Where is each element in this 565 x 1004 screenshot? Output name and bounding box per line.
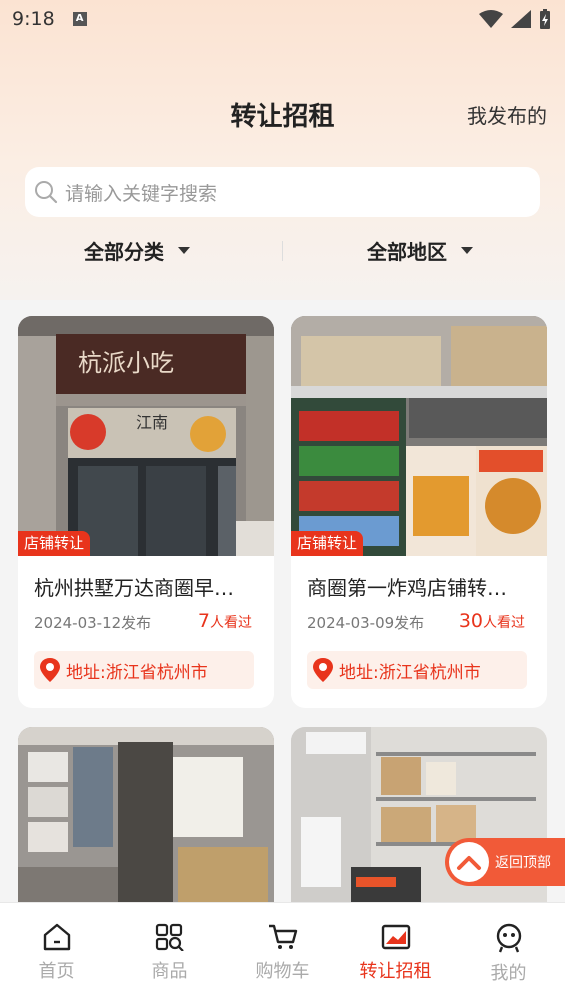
status-icons xyxy=(479,9,551,29)
tab-label: 转让招租 xyxy=(359,961,432,982)
tab-goods[interactable]: 商品 xyxy=(113,903,226,1004)
chevron-down-icon xyxy=(461,247,473,254)
listing-card[interactable]: 杭派小吃 江南 店铺转让 杭州拱墅万达商圈早… 2024-03-12发布 7人看… xyxy=(18,316,274,708)
kitchen-photo xyxy=(18,727,274,927)
filter-divider xyxy=(282,241,283,261)
page-header: 转让招租 我发布的 xyxy=(0,90,565,140)
search-input[interactable]: 请输入关键字搜索 xyxy=(25,167,540,217)
category-filter-label: 全部分类 xyxy=(84,240,164,264)
listing-title: 杭州拱墅万达商圈早… xyxy=(34,576,234,600)
notification-icon: A xyxy=(72,12,87,26)
fried-chicken-shop-photo xyxy=(291,316,547,556)
region-filter-label: 全部地区 xyxy=(367,240,447,264)
listing-views: 30人看过 xyxy=(459,610,525,632)
wifi-icon xyxy=(479,10,503,28)
signal-icon xyxy=(511,10,531,28)
listing-card[interactable]: 店铺转让 商圈第一炸鸡店铺转… 2024-03-09发布 30人看过 地址:浙江… xyxy=(291,316,547,708)
listing-address: 地址:浙江省杭州市 xyxy=(307,651,527,689)
listing-title: 商圈第一炸鸡店铺转… xyxy=(307,576,507,600)
listing-date: 2024-03-09发布 xyxy=(307,614,425,632)
tab-cart[interactable]: 购物车 xyxy=(226,903,339,1004)
tab-label: 首页 xyxy=(38,961,75,982)
location-pin-icon xyxy=(313,658,333,682)
search-placeholder: 请输入关键字搜索 xyxy=(65,182,218,205)
view-count: 30 xyxy=(458,610,483,632)
status-badge: 店铺转让 xyxy=(291,531,364,556)
tab-profile[interactable]: 我的 xyxy=(452,903,565,1004)
battery-icon xyxy=(540,9,550,29)
listing-date: 2024-03-12发布 xyxy=(34,614,152,632)
listing-address: 地址:浙江省杭州市 xyxy=(34,651,254,689)
profile-icon xyxy=(496,923,521,953)
listing-card[interactable] xyxy=(291,727,547,927)
status-badge: 店铺转让 xyxy=(18,531,91,556)
cart-icon xyxy=(268,924,297,949)
search-icon xyxy=(35,181,58,204)
view-suffix: 人看过 xyxy=(483,615,525,631)
back-to-top-button[interactable]: 返回顶部 xyxy=(445,838,565,886)
address-text: 地址:浙江省杭州市 xyxy=(339,662,481,683)
tab-transfer[interactable]: 转让招租 xyxy=(339,903,452,1004)
tab-label: 购物车 xyxy=(255,961,310,982)
tab-home[interactable]: 首页 xyxy=(0,903,113,1004)
tab-label: 商品 xyxy=(151,961,188,982)
chevron-down-icon xyxy=(178,247,190,254)
my-posts-link[interactable]: 我发布的 xyxy=(467,100,547,129)
status-time: 9:18 xyxy=(12,8,55,30)
view-count: 7 xyxy=(197,610,210,632)
transfer-icon xyxy=(381,924,410,950)
address-text: 地址:浙江省杭州市 xyxy=(66,662,208,683)
home-icon xyxy=(43,923,70,951)
back-to-top-label: 返回顶部 xyxy=(495,855,551,871)
arrow-up-icon xyxy=(449,842,489,882)
bottom-tab-bar: 首页 商品 购物车 转让招租 我的 xyxy=(0,902,565,1004)
svg-text:江南: 江南 xyxy=(136,413,168,432)
location-pin-icon xyxy=(40,658,60,682)
view-suffix: 人看过 xyxy=(210,615,252,631)
svg-text:杭派小吃: 杭派小吃 xyxy=(78,349,174,377)
category-filter[interactable]: 全部分类 xyxy=(84,236,190,265)
storage-room-photo xyxy=(291,727,547,927)
listing-views: 7人看过 xyxy=(198,610,252,632)
tab-label: 我的 xyxy=(490,963,527,984)
status-bar: 9:18 A xyxy=(0,0,565,38)
goods-icon xyxy=(155,923,184,951)
storefront-photo: 杭派小吃 江南 xyxy=(18,316,274,556)
listing-card[interactable] xyxy=(18,727,274,927)
region-filter[interactable]: 全部地区 xyxy=(367,236,473,265)
